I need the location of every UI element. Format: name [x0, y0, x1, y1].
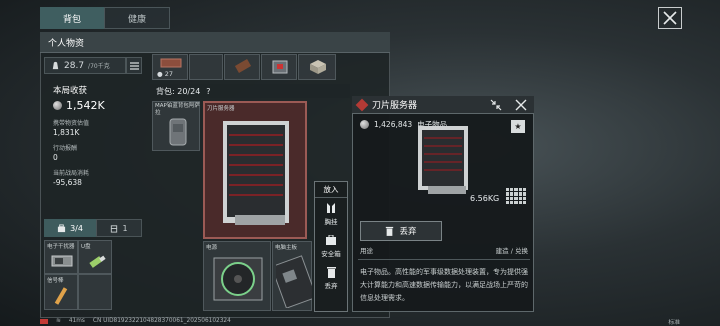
carried-value: 1,831K	[53, 128, 80, 137]
round-income-value: 1,542K	[53, 99, 142, 112]
container-tabs: 3/4 1	[44, 219, 142, 237]
weight-max: /70千克	[88, 63, 110, 70]
trash-icon	[326, 267, 336, 278]
server-icon	[223, 121, 289, 225]
status-bar: ≋ 41ms CN UID8192322104828370061_2025061…	[40, 316, 680, 326]
backpack-label: 背包: 20/24	[156, 86, 201, 96]
safe-box-icon	[326, 234, 336, 245]
ping: 41ms	[68, 318, 85, 324]
context-menu: 放入 胸挂 安全箱 丢弃	[314, 181, 348, 312]
wifi-icon: ≋	[56, 318, 61, 324]
coin-icon	[360, 120, 369, 129]
item-slot-power[interactable]: 电源	[203, 241, 271, 311]
collapse-icon	[490, 99, 502, 111]
menu-item-discard[interactable]: 丢弃	[315, 262, 347, 294]
consumption-label: 当前战局消耗	[53, 170, 90, 177]
item-slot-motherboard[interactable]: 电脑主板	[272, 241, 312, 311]
item-slot-box[interactable]	[298, 54, 336, 80]
weight-current: 28.7	[64, 60, 85, 71]
detail-close-button[interactable]	[515, 99, 527, 113]
menu-item-safe-box[interactable]: 安全箱	[315, 230, 347, 262]
action-reward: 0	[53, 153, 58, 162]
coin-icon	[53, 101, 62, 110]
item-detail-header: 刀片服务器	[352, 96, 534, 114]
carried-value-label: 携带物资估值	[53, 120, 90, 127]
backpack-item-icon	[169, 118, 187, 146]
close-icon	[515, 99, 527, 111]
tab-backpack-container[interactable]: 3/4	[44, 219, 96, 237]
action-reward-label: 行动报酬	[53, 145, 78, 152]
item-slot-map[interactable]: MAP铂蓝背包阿萨拉	[152, 101, 200, 151]
quality-label: 标准	[668, 319, 680, 326]
item-detail-title: 刀片服务器	[372, 101, 418, 111]
backpack-capacity: 背包: 20/24 ?	[150, 84, 350, 98]
electronic-device-icon	[51, 255, 73, 267]
tool-icon	[234, 59, 252, 73]
panel-title: 个人物资	[40, 32, 390, 53]
item-description: 电子物品。高性能的军事级数据处理装置，专为提供强大计算能力和高速数据传输能力，以…	[360, 268, 528, 302]
pouch-slot-scale[interactable]: 电子干扰器	[44, 240, 78, 274]
trash-icon	[386, 226, 394, 236]
item-weight: 6.56KG	[470, 194, 500, 203]
pouch-slot-signal[interactable]: 信号棒	[44, 274, 78, 310]
item-slot-tool[interactable]	[224, 54, 260, 80]
tab-health[interactable]: 健康	[104, 7, 170, 29]
usage-row: 用途 建造 / 兑换	[360, 245, 528, 255]
item-slot-chip[interactable]	[261, 54, 297, 80]
weight-indicator: 28.7/70千克	[44, 57, 126, 74]
motherboard-icon	[276, 255, 312, 308]
tab-backpack[interactable]: 背包	[40, 7, 104, 29]
menu-item-chest-rig[interactable]: 胸挂	[315, 198, 347, 230]
list-view-button[interactable]	[126, 57, 142, 74]
round-stats: 本局收获 1,542K 携带物资估值 1,831K 行动报酬 0 当前战局消耗 …	[44, 78, 142, 218]
star-icon: ★	[514, 122, 522, 131]
record-icon	[40, 318, 48, 324]
pouch-slot-usb[interactable]: U盘	[78, 240, 112, 274]
consumption-value: -95,638	[53, 178, 82, 187]
discard-button[interactable]: 丢弃	[360, 221, 442, 241]
context-menu-header: 放入	[315, 182, 347, 198]
server-preview-image	[418, 126, 468, 194]
weight-icon	[52, 61, 59, 70]
usage-value: 建造 / 兑换	[495, 247, 528, 255]
uid: CN UID8192322104828370061_202506102324	[92, 318, 231, 324]
close-icon	[663, 11, 677, 25]
item-slot-blade-server[interactable]: 刀片服务器	[203, 101, 307, 239]
rarity-icon	[355, 98, 369, 111]
size-grid-icon	[506, 188, 526, 204]
help-icon[interactable]: ?	[206, 87, 210, 96]
box-icon	[310, 60, 326, 74]
chest-rig-icon	[327, 203, 335, 213]
stack-count: ● 27	[157, 70, 174, 78]
pouch-slot-empty[interactable]	[78, 274, 112, 310]
favorite-button[interactable]: ★	[511, 120, 525, 133]
signal-stick-icon	[54, 287, 68, 305]
backpack-icon	[57, 223, 66, 232]
power-supply-icon	[213, 257, 263, 301]
usage-label: 用途	[360, 247, 373, 255]
close-button[interactable]	[658, 7, 682, 29]
item-slot-stack[interactable]: ● 27	[152, 54, 188, 80]
top-tabs: 背包 健康	[40, 7, 170, 29]
list-icon	[129, 61, 139, 70]
round-income-label: 本局收获	[53, 86, 88, 96]
item-slot-empty[interactable]	[189, 54, 223, 80]
chip-icon	[272, 60, 288, 74]
ammo-box-icon	[160, 58, 182, 68]
divider	[358, 259, 530, 260]
usb-icon	[89, 255, 106, 268]
collapse-button[interactable]	[490, 99, 502, 113]
tab-pouch-container[interactable]: 1	[96, 219, 142, 237]
pouch-icon	[111, 224, 118, 233]
